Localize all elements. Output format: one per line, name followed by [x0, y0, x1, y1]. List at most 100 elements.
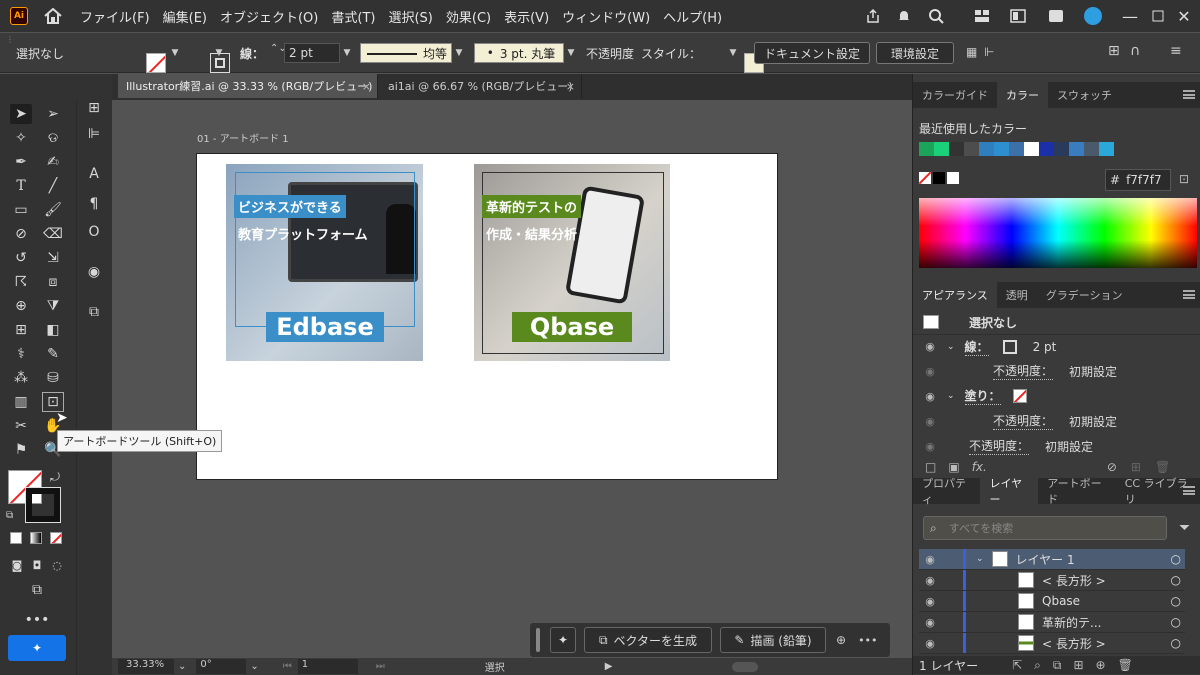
share-icon[interactable] — [863, 6, 883, 26]
more-tools-icon[interactable]: ••• — [25, 610, 50, 630]
align-panel-icon[interactable]: ⊫ — [83, 124, 105, 144]
recent-color-swatch[interactable] — [1009, 142, 1024, 156]
first-artboard-icon[interactable]: ⏮ — [283, 661, 292, 672]
layer-row[interactable]: ◉ < 長方形 > ○ — [919, 633, 1185, 654]
transform-icon[interactable]: ⊞ — [1108, 43, 1120, 59]
swap-colors-icon[interactable]: ⤾ — [50, 470, 60, 485]
filter-icon[interactable]: ⏷ — [1179, 520, 1190, 536]
export-icon[interactable]: ⇱ — [1012, 658, 1022, 672]
generate-vector-button[interactable]: ⧉ ベクターを生成 — [584, 627, 712, 653]
artboards-panel-icon[interactable]: ⊞ — [83, 98, 105, 118]
tab-properties[interactable]: プロパティ — [913, 477, 980, 506]
stroke-color-box[interactable] — [25, 487, 61, 523]
eye-icon[interactable]: ◉ — [923, 340, 937, 353]
none-swatch[interactable] — [919, 172, 931, 184]
layer-name[interactable]: レイヤー 1 — [1016, 551, 1075, 568]
transparency-panel-icon[interactable]: ◉ — [83, 262, 105, 282]
draw-inside-icon[interactable]: ◌ — [46, 555, 68, 575]
menu-help[interactable]: ヘルプ(H) — [663, 7, 722, 26]
tab-transparency[interactable]: 透明 — [997, 282, 1037, 308]
draw-normal-icon[interactable]: ◙ — [6, 555, 28, 575]
chevron-down-icon[interactable]: ⌄ — [250, 661, 258, 672]
recent-color-swatch[interactable] — [1054, 142, 1069, 156]
more-icon[interactable]: ••• — [858, 634, 877, 647]
slice-tool-icon[interactable]: ✂ — [10, 416, 32, 436]
layer-name[interactable]: < 長方形 > — [1042, 572, 1106, 589]
artboard-number-field[interactable]: 1 — [297, 659, 358, 674]
layer-name[interactable]: Qbase — [1042, 594, 1080, 608]
paragraph-panel-icon[interactable]: ¶ — [83, 194, 105, 214]
eye-icon[interactable]: ◉ — [923, 595, 937, 608]
warp-tool-icon[interactable]: ☈ — [10, 272, 32, 292]
stroke-weight-field[interactable]: 2 pt — [284, 43, 340, 63]
generative-icon[interactable]: ✦ — [550, 627, 576, 653]
default-colors-icon[interactable]: ⧉ — [6, 510, 13, 521]
eye-icon[interactable]: ◉ — [923, 574, 937, 587]
draw-behind-icon[interactable]: ◘ — [26, 555, 48, 575]
recent-color-swatch[interactable] — [919, 142, 934, 156]
hex-field[interactable]: # f7f7f7 — [1105, 169, 1171, 191]
play-icon[interactable]: ▶ — [605, 661, 613, 672]
tab-appearance[interactable]: アピアランス — [913, 282, 997, 308]
symbol-sprayer-icon[interactable]: ⁂ — [10, 368, 32, 388]
layer-row[interactable]: ◉ < 長方形 > ○ — [919, 570, 1185, 591]
scrollbar-thumb[interactable] — [732, 661, 759, 672]
stroke-label[interactable]: 線： — [964, 338, 989, 356]
eye-icon[interactable]: ◉ — [923, 440, 937, 453]
tab-artboards[interactable]: アートボード — [1038, 477, 1116, 506]
opacity-label[interactable]: 不透明度： — [993, 412, 1054, 430]
tab-ai1ai[interactable]: ai1ai @ 66.67 % (RGB/プレビュー) × — [380, 74, 582, 98]
rotation-field[interactable]: 0° — [196, 659, 247, 674]
pen-tool-icon[interactable]: ✒ — [10, 152, 32, 172]
clipping-mask-icon[interactable]: ⧉ — [1053, 658, 1062, 673]
brush-field[interactable]: • 3 pt. 丸筆 — [474, 43, 564, 63]
layer-row[interactable]: ◉ Qbase ○ — [919, 591, 1185, 612]
selection-tool-icon[interactable]: ➤ — [10, 104, 32, 124]
chevron-down-icon[interactable]: ⌄ — [178, 661, 186, 672]
magic-wand-icon[interactable]: ✧ — [10, 128, 32, 148]
shape-builder-icon[interactable]: ⊕ — [10, 296, 32, 316]
chevron-down-icon[interactable]: ▼ — [212, 43, 226, 63]
fill-opacity-row[interactable]: ◉ 不透明度： 初期設定 — [913, 409, 1200, 433]
menu-icon[interactable] — [1183, 486, 1195, 495]
chevron-down-icon[interactable]: ⌄ — [976, 554, 984, 564]
tab-color[interactable]: カラー — [997, 82, 1048, 108]
chevron-down-icon[interactable]: ⌄ — [947, 391, 955, 401]
trash-icon[interactable]: 🗑 — [1118, 658, 1133, 672]
none-mode-icon[interactable] — [50, 532, 62, 544]
tab-swatches[interactable]: スウォッチ — [1048, 82, 1121, 108]
eyedropper-blend-icon[interactable]: ⚕ — [10, 344, 32, 364]
menu-object[interactable]: オブジェクト(O) — [220, 7, 318, 26]
scale-tool-icon[interactable]: ⇲ — [42, 248, 64, 268]
mesh-tool-icon[interactable]: ⊞ — [10, 320, 32, 340]
white-swatch[interactable] — [947, 172, 959, 184]
eraser-icon[interactable]: ⌫ — [42, 224, 64, 244]
menu-lines-icon[interactable]: ≡ — [1170, 43, 1182, 59]
new-fill-icon[interactable]: ▣ — [948, 460, 959, 474]
fill-row[interactable]: ◉ ⌄ 塗り： — [913, 384, 1200, 408]
arrange-docs-icon[interactable]: ▦ — [966, 45, 977, 59]
recent-color-swatch[interactable] — [994, 142, 1009, 156]
layer-row[interactable]: ◉ ⌄ レイヤー 1 ○ — [919, 549, 1185, 570]
arrange-icon[interactable] — [1046, 6, 1066, 26]
recent-color-swatch[interactable] — [1099, 142, 1114, 156]
menu-icon[interactable] — [1183, 90, 1195, 99]
cc-icon[interactable] — [1082, 6, 1104, 26]
opentype-panel-icon[interactable]: O — [83, 222, 105, 242]
perspective-grid-icon[interactable]: ⧩ — [42, 296, 64, 316]
workspace-icon[interactable] — [972, 6, 992, 26]
eyedropper-icon[interactable]: ⊡ — [1179, 172, 1189, 186]
gradient-mode-icon[interactable] — [30, 532, 42, 544]
menu-select[interactable]: 選択(S) — [388, 7, 432, 26]
target-icon[interactable]: ○ — [1171, 573, 1181, 587]
menu-icon[interactable] — [1183, 290, 1195, 299]
duplicate-icon[interactable]: ⊞ — [1131, 460, 1141, 474]
clear-icon[interactable]: ⊘ — [1107, 460, 1117, 474]
color-mode-icon[interactable] — [10, 532, 22, 544]
object-opacity-row[interactable]: ◉ 不透明度： 初期設定 — [913, 434, 1200, 458]
eye-icon[interactable]: ◉ — [923, 553, 937, 566]
menu-view[interactable]: 表示(V) — [504, 7, 549, 26]
direct-selection-tool-icon[interactable]: ➢ — [42, 104, 64, 124]
rotate-tool-icon[interactable]: ↺ — [10, 248, 32, 268]
eye-icon[interactable]: ◉ — [923, 365, 937, 378]
